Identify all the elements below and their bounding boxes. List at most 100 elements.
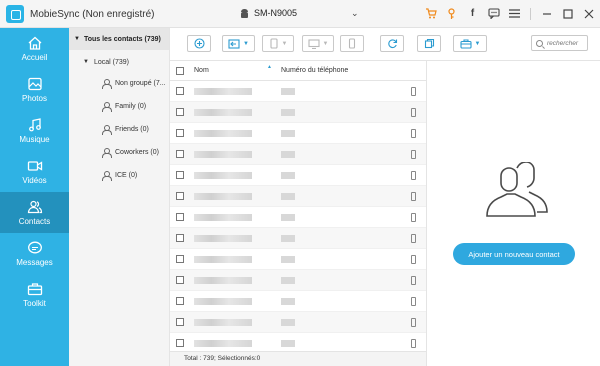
sidebar-item-photos[interactable]: Photos: [0, 69, 69, 110]
group-item-non-groupe[interactable]: Non groupé (7...: [69, 72, 169, 95]
select-all-checkbox[interactable]: [176, 66, 184, 75]
android-icon: [240, 8, 249, 18]
search-box[interactable]: [531, 35, 588, 51]
sidebar-item-toolkit[interactable]: Toolkit: [0, 274, 69, 315]
column-header-phone[interactable]: Numéro du téléphone: [281, 67, 348, 74]
row-checkbox[interactable]: [176, 171, 184, 179]
table-header: Nom ▲ Numéro du téléphone: [170, 61, 426, 81]
contact-phone-blurred: [281, 340, 295, 347]
group-item-family[interactable]: Family (0): [69, 95, 169, 118]
search-input[interactable]: [547, 39, 585, 47]
row-checkbox[interactable]: [176, 213, 184, 221]
sidebar-item-label: Contacts: [18, 216, 51, 226]
person-icon: [102, 148, 112, 158]
table-row[interactable]: [170, 102, 426, 123]
dropdown-arrow-icon: ▼: [243, 40, 249, 47]
row-checkbox[interactable]: [176, 192, 184, 200]
row-checkbox[interactable]: [176, 297, 184, 305]
group-item-label: Friends: [115, 126, 139, 133]
contact-name-blurred: [194, 319, 252, 326]
copy-button[interactable]: [417, 35, 441, 52]
copy-icon: [424, 38, 434, 49]
facebook-icon[interactable]: f: [465, 6, 480, 21]
export-computer-button[interactable]: ▼: [302, 35, 334, 52]
group-item-ice[interactable]: ICE (0): [69, 164, 169, 187]
group-all-contacts[interactable]: ▼ Tous les contacts (739): [69, 28, 169, 50]
row-checkbox[interactable]: [176, 318, 184, 326]
row-checkbox[interactable]: [176, 108, 184, 116]
group-local[interactable]: ▼ Local (739): [69, 52, 169, 72]
sidebar-item-contacts[interactable]: Contacts: [0, 192, 69, 233]
table-row[interactable]: [170, 270, 426, 291]
add-button[interactable]: [187, 35, 211, 52]
close-icon[interactable]: [581, 6, 596, 21]
contact-detail-panel: Ajouter un nouveau contact: [426, 60, 600, 366]
row-checkbox[interactable]: [176, 87, 184, 95]
group-item-label: Family: [115, 103, 136, 110]
phone-icon: [411, 87, 416, 96]
sidebar-item-accueil[interactable]: Accueil: [0, 28, 69, 69]
group-item-label: Non groupé: [115, 80, 152, 87]
group-item-count: (0): [140, 126, 149, 133]
cart-icon[interactable]: [423, 6, 438, 21]
contact-phone-blurred: [281, 130, 295, 137]
row-checkbox[interactable]: [176, 150, 184, 158]
import-button[interactable]: ▼: [222, 35, 255, 52]
table-row[interactable]: [170, 165, 426, 186]
table-row[interactable]: [170, 312, 426, 333]
refresh-button[interactable]: [380, 35, 404, 52]
maximize-icon[interactable]: [560, 6, 575, 21]
dropdown-arrow-icon: ▼: [474, 40, 481, 47]
photos-icon: [27, 77, 42, 90]
table-row[interactable]: [170, 186, 426, 207]
row-checkbox[interactable]: [176, 339, 184, 347]
toolbox-button[interactable]: ▼: [453, 35, 487, 52]
row-checkbox[interactable]: [176, 276, 184, 284]
contact-phone-blurred: [281, 193, 295, 200]
key-icon[interactable]: [444, 6, 459, 21]
contact-name-blurred: [194, 214, 252, 221]
table-row[interactable]: [170, 249, 426, 270]
feedback-icon[interactable]: [486, 6, 501, 21]
contact-name-blurred: [194, 172, 252, 179]
sidebar-item-label: Musique: [19, 134, 50, 144]
menu-icon[interactable]: [507, 6, 522, 21]
video-icon: [27, 160, 42, 171]
sidebar-item-musique[interactable]: Musique: [0, 110, 69, 151]
export-button[interactable]: ▼: [262, 35, 294, 52]
titlebar-divider: [530, 7, 531, 20]
person-icon: [102, 171, 112, 181]
sidebar-item-messages[interactable]: Messages: [0, 233, 69, 274]
row-checkbox[interactable]: [176, 129, 184, 137]
minimize-icon[interactable]: [539, 6, 554, 21]
group-item-coworkers[interactable]: Coworkers (0): [69, 141, 169, 164]
table-row[interactable]: [170, 144, 426, 165]
contact-name-blurred: [194, 277, 252, 284]
delete-button[interactable]: [340, 35, 364, 52]
search-icon: [536, 39, 543, 47]
table-row[interactable]: [170, 123, 426, 144]
column-header-name[interactable]: Nom: [194, 67, 209, 74]
phone-icon: [411, 276, 416, 285]
sort-ascending-icon: ▲: [267, 64, 272, 70]
contact-name-blurred: [194, 340, 252, 347]
add-new-contact-button[interactable]: Ajouter un nouveau contact: [453, 243, 575, 265]
app-logo-icon: [6, 5, 24, 23]
chevron-down-icon[interactable]: ⌄: [351, 8, 359, 19]
table-row[interactable]: [170, 81, 426, 102]
table-row[interactable]: [170, 228, 426, 249]
person-icon: [102, 102, 112, 112]
row-checkbox[interactable]: [176, 234, 184, 242]
table-row[interactable]: [170, 207, 426, 228]
row-checkbox[interactable]: [176, 255, 184, 263]
dropdown-arrow-icon: ▼: [322, 40, 329, 47]
delete-icon: [348, 38, 356, 49]
table-row[interactable]: [170, 291, 426, 312]
contact-phone-blurred: [281, 214, 295, 221]
title-bar: MobieSync (Non enregistré) SM-N9005 ⌄ f: [0, 0, 600, 28]
group-item-friends[interactable]: Friends (0): [69, 118, 169, 141]
device-selector[interactable]: SM-N9005: [240, 8, 297, 18]
sidebar-item-videos[interactable]: Vidéos: [0, 151, 69, 192]
status-bar: Total : 739; Sélectionnés:0: [170, 351, 426, 366]
phone-icon: [411, 171, 416, 180]
